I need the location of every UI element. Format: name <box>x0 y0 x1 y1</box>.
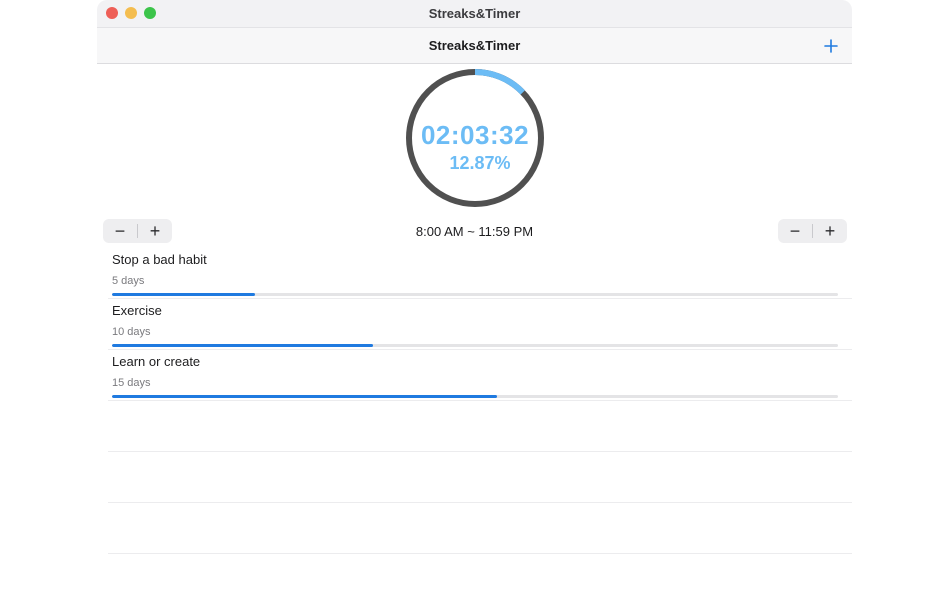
navigation-bar: Streaks&Timer <box>97 28 852 64</box>
habit-progress-bar <box>112 293 838 296</box>
habit-streak-days: 15 days <box>112 377 151 389</box>
timer-countdown: 02:03:32 <box>420 120 530 150</box>
habit-row[interactable]: Stop a bad habit 5 days <box>108 248 852 299</box>
title-bar: Streaks&Timer <box>97 0 852 28</box>
habit-progress-fill <box>112 293 256 296</box>
habit-progress-bar <box>112 395 838 398</box>
plus-icon <box>824 39 838 53</box>
window-title: Streaks&Timer <box>428 6 521 21</box>
time-range-label: 8:00 AM ~ 11:59 PM <box>415 224 534 239</box>
habit-name: Stop a bad habit <box>112 252 207 267</box>
add-habit-button[interactable] <box>820 35 842 57</box>
empty-list-row <box>108 452 852 503</box>
empty-list-row <box>108 503 852 554</box>
end-time-stepper: − + <box>778 219 847 243</box>
habit-list: Stop a bad habit 5 days Exercise 10 days… <box>97 248 852 554</box>
habit-row[interactable]: Exercise 10 days <box>108 299 852 350</box>
timer-percent: 12.87% <box>449 153 511 173</box>
habit-progress-bar <box>112 344 838 347</box>
app-window: Streaks&Timer Streaks&Timer 02:03:32 12.… <box>97 0 852 594</box>
habit-name: Learn or create <box>112 354 201 369</box>
habit-progress-fill <box>112 344 374 347</box>
habit-row[interactable]: Learn or create 15 days <box>108 350 852 401</box>
end-time-decrease-button[interactable]: − <box>778 219 812 243</box>
habit-streak-days: 10 days <box>112 326 151 338</box>
habit-progress-fill <box>112 395 497 398</box>
empty-list-row <box>108 401 852 452</box>
end-time-increase-button[interactable]: + <box>813 219 847 243</box>
habit-streak-days: 5 days <box>112 275 145 287</box>
habit-name: Exercise <box>112 303 162 318</box>
nav-title: Streaks&Timer <box>428 38 521 53</box>
